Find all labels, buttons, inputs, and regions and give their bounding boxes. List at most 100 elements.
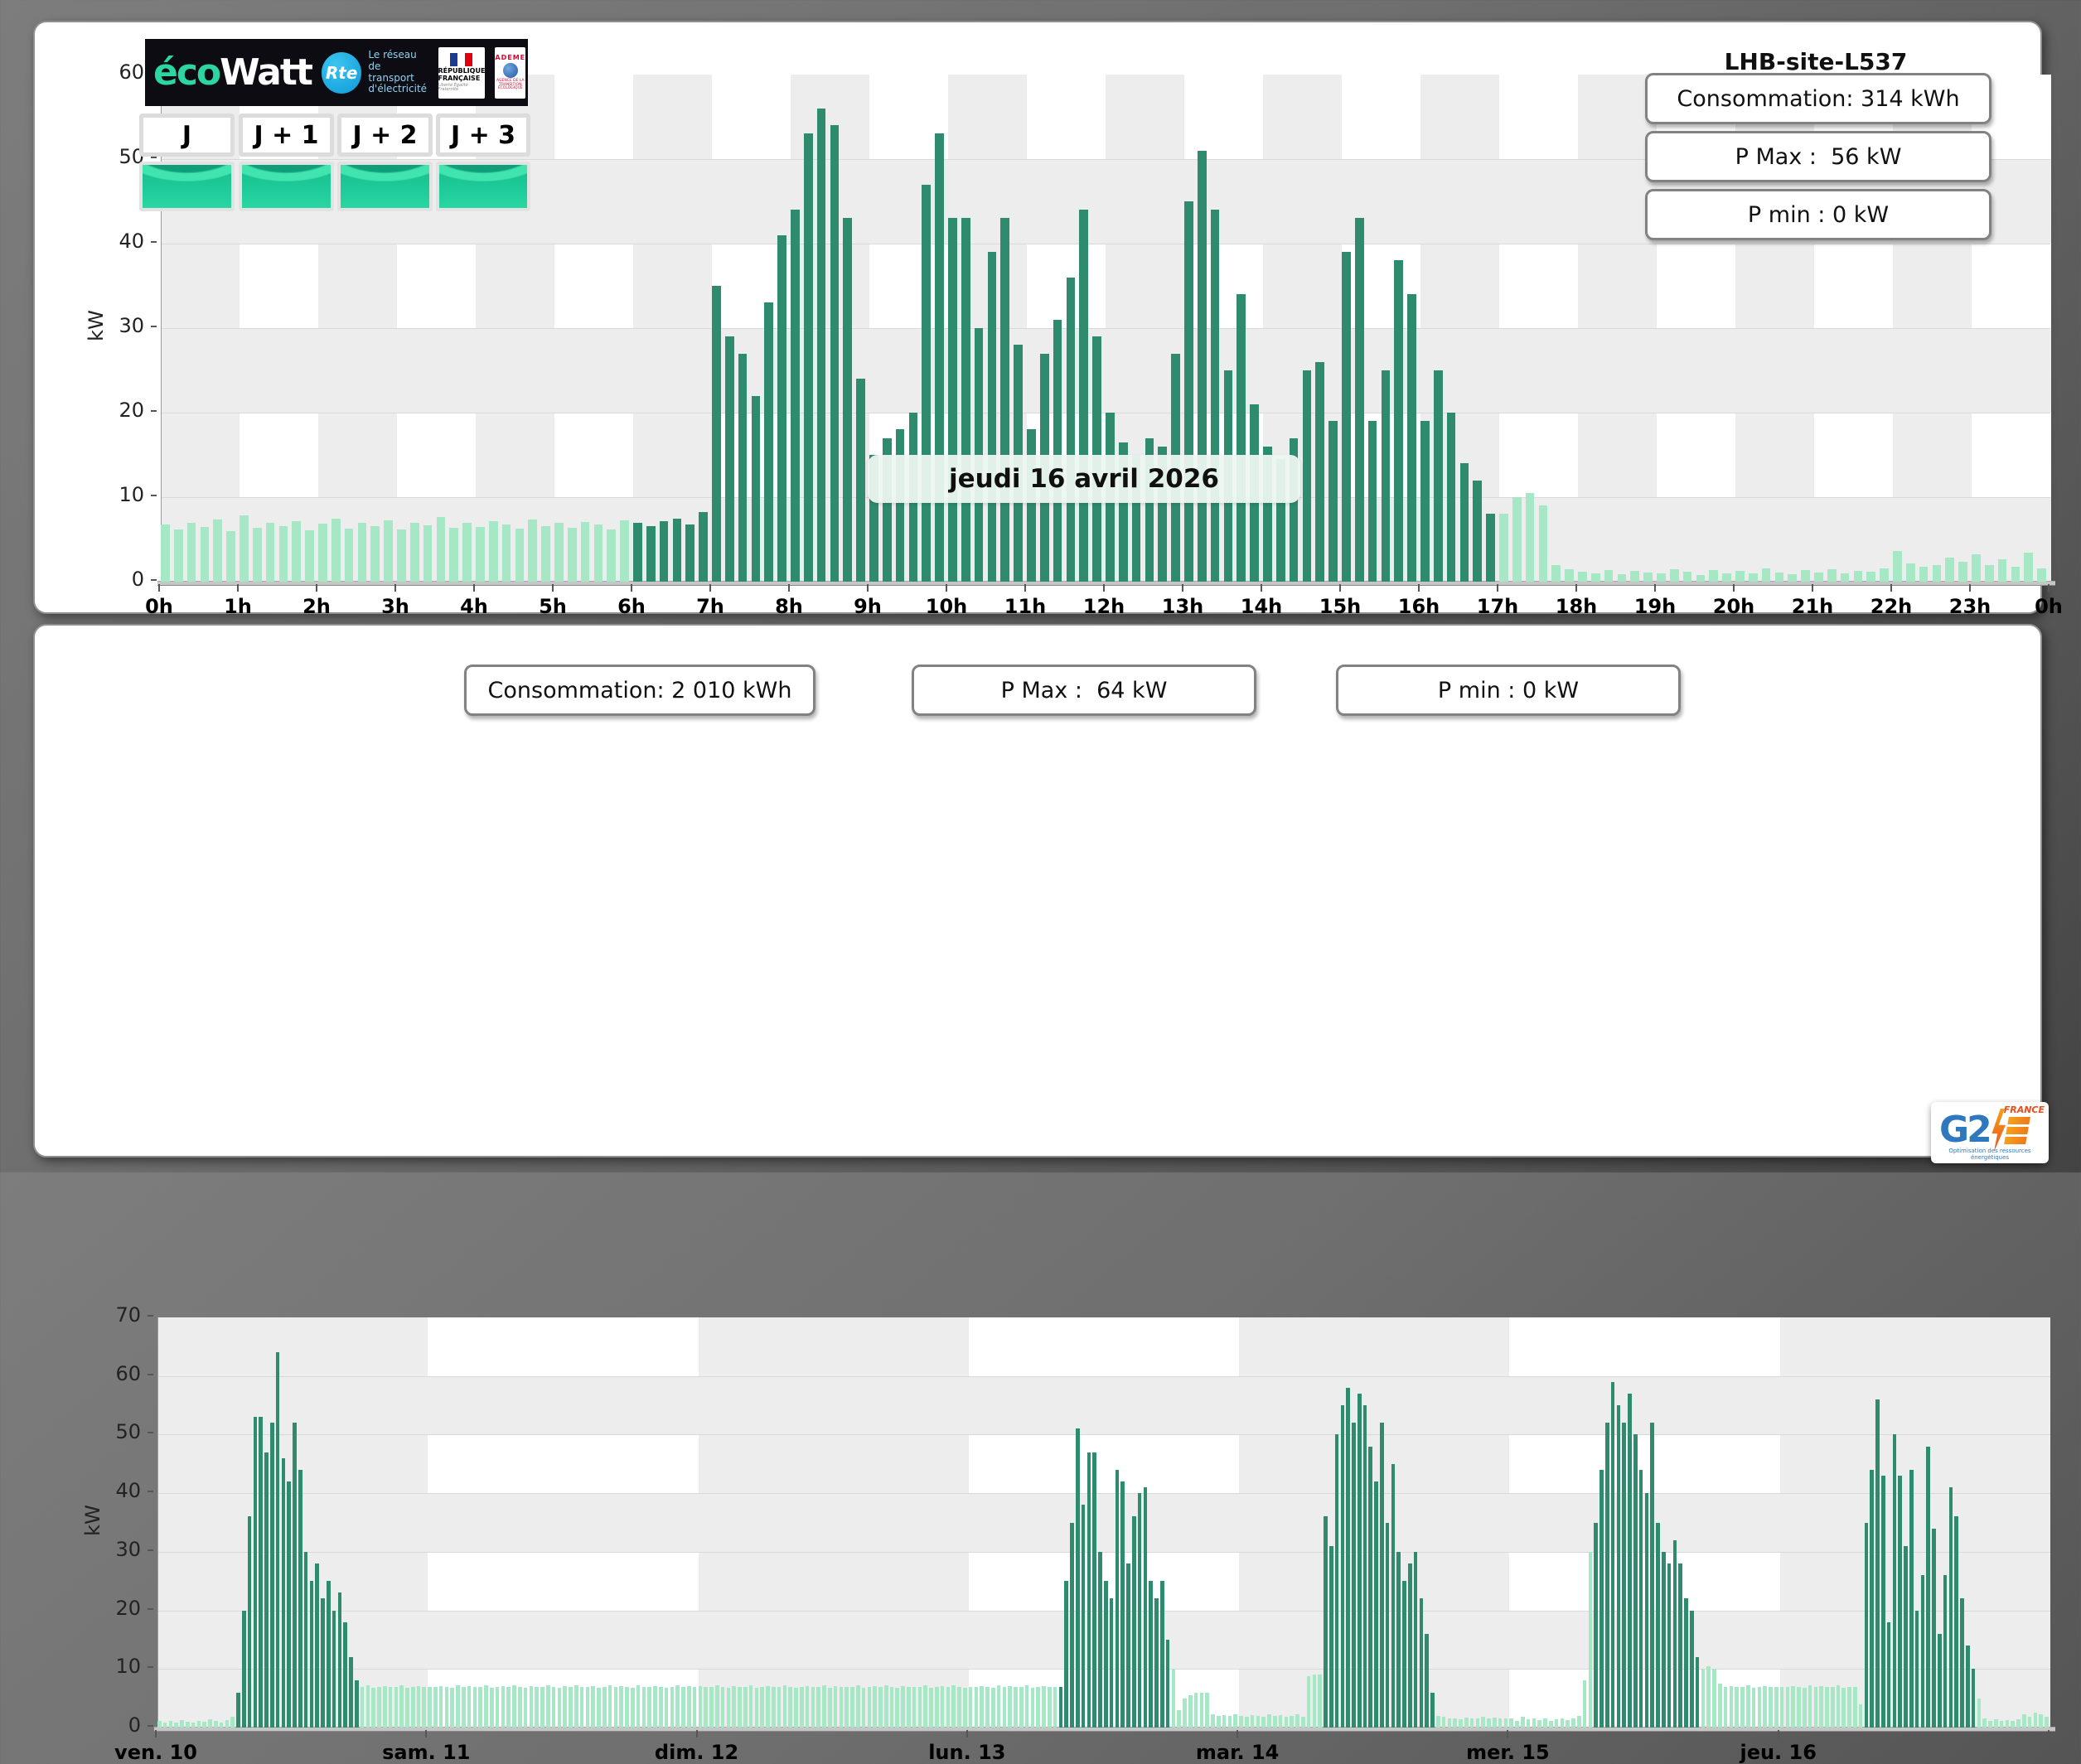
bar [1159,1581,1164,1728]
bar [241,1610,246,1728]
bar [901,1685,905,1728]
bar [1866,571,1876,582]
bar [698,1685,703,1728]
ecowatt-signal-thumbnail-j2[interactable] [337,162,433,211]
ecowatt-signal-thumbnail-j1[interactable] [239,162,334,211]
x-tick-label: 9h [854,595,882,618]
bar [1284,1716,1289,1728]
bar [1312,1675,1317,1728]
bar [766,1685,770,1728]
bar [253,1417,258,1728]
bar [1385,1522,1390,1728]
bar [912,1687,917,1728]
bar [1250,1715,1255,1728]
bar [585,1686,590,1728]
bar [1604,1423,1609,1728]
bar [292,520,302,582]
bar [647,1687,651,1728]
bar [1328,1545,1333,1728]
bar [269,1423,274,1728]
date-label: jeudi 16 avril 2026 [868,455,1300,503]
bar [935,1686,939,1728]
bar [1802,1687,1807,1728]
bar [726,1687,731,1728]
bar [1735,1687,1739,1728]
g2e-tagline: Optimisation des ressources énergétiques [1948,1148,2031,1161]
bar [827,1687,832,1728]
bar [878,1687,883,1728]
x-tick-label: dim. 12 [654,1741,739,1764]
bar [1577,1715,1581,1728]
bar [1340,1405,1345,1728]
bar [1475,1718,1480,1728]
bar [889,1686,894,1728]
bar [996,1685,1001,1728]
bar [1210,210,1220,582]
bar [1617,573,1627,582]
bar [240,515,249,582]
bar [1682,571,1692,582]
bar [2011,566,2021,582]
bar [1656,1522,1660,1728]
bar [675,1685,680,1728]
bar [1493,1717,1497,1728]
ecowatt-signal-thumbnail-j3[interactable] [436,162,530,211]
bar [620,520,629,582]
x-tick-label: 1h [224,595,252,618]
bar [1709,569,1719,582]
rte-tagline: Le réseau de transport d'électricité [368,48,428,95]
bar [1053,1686,1057,1728]
bar [743,1686,748,1728]
x-tick-mark [946,584,947,592]
bar [732,1685,736,1728]
day-button-j3[interactable]: J + 3 [436,114,530,157]
bar [484,1685,488,1728]
bar [1318,1675,1322,1728]
x-tick-mark [1024,584,1026,592]
bar [456,1685,460,1728]
bar [1551,564,1561,582]
bar [1958,561,1967,582]
y-tick-mark [148,1491,153,1493]
bar [1525,492,1535,582]
day-button-j1[interactable]: J + 1 [239,114,334,157]
bar [883,1685,888,1728]
bar [541,525,550,582]
bar [658,1686,663,1728]
x-tick-label: sam. 11 [382,1741,471,1764]
bar [298,1469,302,1728]
bar [1661,1551,1666,1728]
bar [567,527,577,582]
bar [867,1686,872,1728]
x-tick-label: 13h [1161,595,1204,618]
bar [1875,1399,1880,1728]
bar [1919,566,1929,582]
bar [1205,1692,1209,1728]
bar [607,529,617,582]
bar [1814,572,1823,582]
bar [1971,1669,1976,1728]
day-button-j2[interactable]: J + 2 [337,114,433,157]
day-button-j[interactable]: J [139,114,235,157]
bar [664,1687,669,1728]
bar [935,133,944,582]
y-tick-label: 0 [131,568,144,591]
y-tick-label: 20 [115,1596,141,1620]
ecowatt-signal-thumbnail-j[interactable] [139,162,235,211]
bar [1171,1669,1176,1728]
bar [213,519,223,582]
bar [1076,1428,1080,1728]
bar [315,1563,319,1728]
bar [1630,570,1640,582]
x-tick-mark [1103,584,1105,592]
bar [1905,563,1915,582]
bar [1819,1685,1823,1728]
bar [2016,1719,2021,1728]
bar [1354,218,1364,582]
bar [2024,553,2034,582]
bar [1578,571,1587,582]
bar [1487,1718,1491,1728]
bar [760,1686,764,1728]
bar [1459,463,1469,582]
y-tick-mark [148,1607,153,1610]
